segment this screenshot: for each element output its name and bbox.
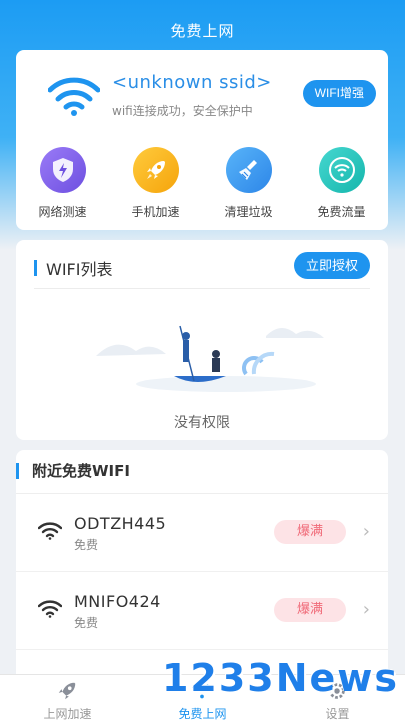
wifi-name: ODTZH445: [74, 514, 167, 533]
feature-label: 手机加速: [131, 205, 180, 219]
broom-icon: [225, 147, 272, 193]
feature-free-data[interactable]: 免费流量: [295, 147, 388, 220]
feature-phone-boost[interactable]: 手机加速: [109, 147, 202, 220]
nearby-wifi-card: 附近免费WIFI ODTZH445 免费 爆满 › MNIFO424 免费 爆满…: [16, 450, 388, 690]
wifi-name: MNIFO424: [74, 592, 161, 611]
section-marker: [34, 260, 37, 276]
page-title: 免费上网: [170, 22, 235, 40]
wifi-type: 免费: [74, 538, 99, 552]
feature-label: 免费流量: [317, 205, 366, 219]
wifi-list-card: WIFI列表 立即授权 没有权限: [16, 240, 388, 440]
feature-speed-test[interactable]: 网络测速: [16, 147, 109, 220]
section-title: 附近免费WIFI: [32, 462, 130, 480]
feature-label: 网络测速: [38, 205, 87, 219]
tab-label: 设置: [325, 707, 350, 720]
status-badge: 爆满: [274, 598, 346, 622]
wifi-icon: [38, 522, 62, 540]
connection-status: wifi连接成功，安全保护中: [112, 104, 253, 118]
tab-speed-boost[interactable]: 上网加速: [0, 675, 135, 720]
empty-state-text: 没有权限: [174, 415, 230, 431]
wifi-ssid: <unknown ssid>: [112, 72, 272, 93]
empty-state-illustration: [96, 325, 324, 392]
feature-grid: 网络测速 手机加速 清理垃圾 免费流量: [16, 147, 388, 220]
status-badge: 爆满: [274, 520, 346, 544]
watermark: 1233News: [161, 656, 399, 700]
rocket-icon: [132, 147, 179, 193]
wifi-icon: [38, 600, 62, 618]
section-title: WIFI列表: [46, 260, 113, 279]
tab-label: 免费上网: [178, 707, 227, 720]
chevron-right-icon: ›: [362, 599, 370, 620]
list-item[interactable]: ODTZH445 免费 爆满 ›: [16, 494, 388, 572]
feature-clean-junk[interactable]: 清理垃圾: [202, 147, 295, 220]
wifi-icon: [318, 147, 365, 193]
feature-label: 清理垃圾: [224, 205, 273, 219]
chevron-right-icon: ›: [362, 521, 370, 542]
section-marker: [16, 463, 19, 479]
divider: [16, 649, 388, 650]
wifi-icon: [48, 77, 100, 116]
connection-card: <unknown ssid> wifi连接成功，安全保护中 WIFI增强 网络测…: [16, 50, 388, 230]
wifi-boost-button[interactable]: WIFI增强: [302, 80, 376, 107]
rocket-icon: [58, 682, 76, 700]
wifi-type: 免费: [74, 616, 99, 630]
divider: [34, 288, 370, 289]
list-item[interactable]: MNIFO424 免费 爆满 ›: [16, 572, 388, 650]
tab-label: 上网加速: [43, 707, 92, 720]
authorize-button[interactable]: 立即授权: [293, 252, 370, 279]
shield-lightning-icon: [39, 147, 86, 193]
